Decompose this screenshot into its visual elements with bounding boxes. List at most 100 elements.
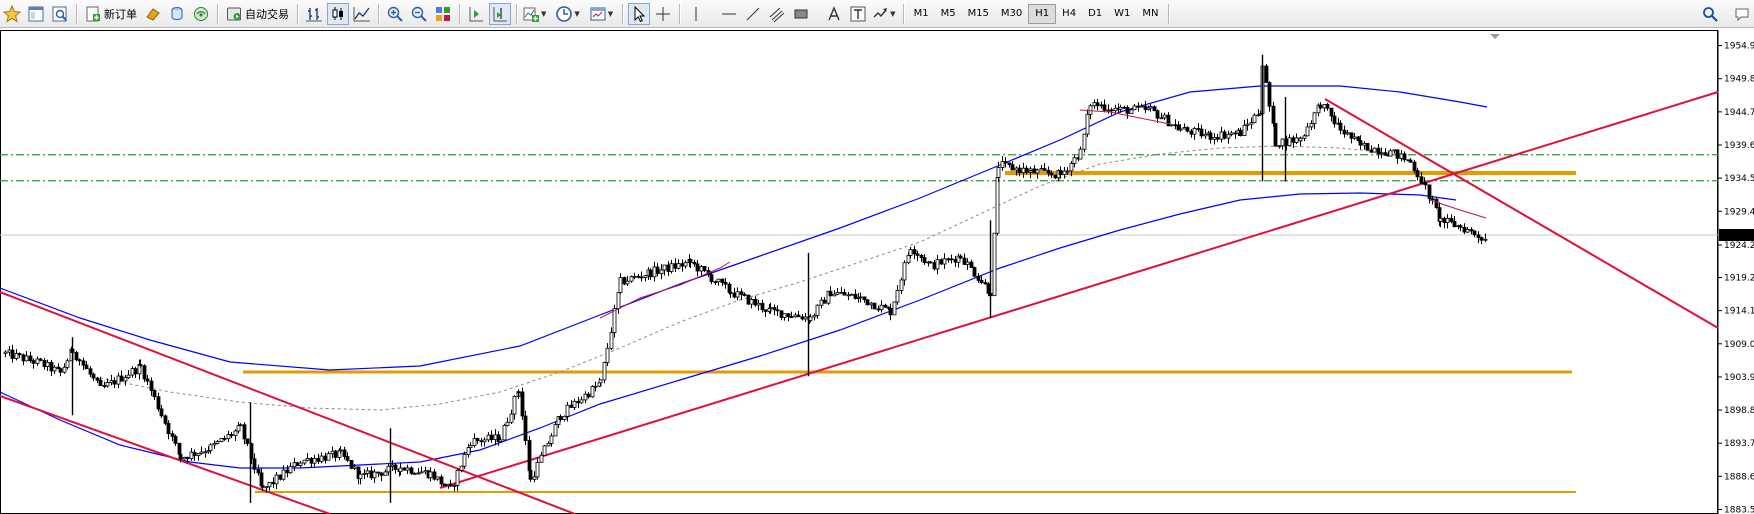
candle-body [285,469,290,474]
candlestick-chart-icon[interactable] [327,2,349,25]
timeframe-mn[interactable]: MN [1136,4,1164,24]
candle-body [95,377,100,381]
candle-body [1000,161,1005,168]
timeframe-w1[interactable]: W1 [1108,4,1136,24]
arrows-icon[interactable]: ▼ [871,3,896,25]
navigator-icon[interactable] [49,3,71,25]
terminal-icon[interactable] [190,3,212,25]
price-label: 1883.5 [1724,505,1754,514]
candle-body [178,453,183,460]
vertical-line-icon[interactable] [685,3,707,25]
price-label: 1939.6 [1724,141,1754,151]
auto-scroll-icon[interactable] [489,2,511,25]
candle-body [1264,65,1269,83]
candle-body [928,261,933,264]
candle-body [3,351,8,354]
candle-body [173,435,178,444]
candle-body [1199,128,1204,137]
candle-body [448,483,453,487]
candle-body [616,292,621,310]
bollinger-middle-band [99,145,1401,411]
candle-body [979,280,984,283]
zoom-out-icon[interactable] [408,3,430,25]
favorites-icon[interactable] [1,3,23,25]
candle-body [819,299,824,306]
candle-body [732,292,737,298]
search-icon[interactable] [1699,3,1721,25]
candle-body [565,404,570,417]
equidistant-channel-icon[interactable] [766,3,788,25]
candle-body [1415,170,1420,178]
templates-icon[interactable]: ▼ [589,3,613,25]
bollinger-upper-band [0,85,1488,371]
candle-body [479,440,484,443]
rectangle-icon[interactable] [790,3,812,25]
candle-body [7,349,12,353]
candle-body [84,364,89,370]
timeframe-d1[interactable]: D1 [1082,4,1108,24]
market-watch-icon[interactable] [142,3,164,25]
chat-icon[interactable] [1731,3,1753,25]
chart-canvas[interactable]: 1954.9 1949.8 1944.7 1939.6 1934.5 1929.4 1924… [0,30,1754,514]
chart-shift-icon[interactable] [465,3,487,25]
trendline-icon[interactable] [742,3,764,25]
periods-clock-icon[interactable]: ▼ [555,3,580,25]
candle-body [922,257,927,264]
candle-body [219,438,224,442]
tile-windows-icon[interactable] [432,3,454,25]
candle-body [812,314,817,318]
main-toolbar: 新订单 自动交易 ▼ ▼ ▼ ▼ M1 M5 M15 M30 H1 H4 D1 … [0,0,1754,28]
horizontal-line-icon[interactable] [718,3,740,25]
timeframe-m5[interactable]: M5 [935,4,962,24]
candle-body [1338,122,1343,131]
text-label-icon[interactable] [847,3,869,25]
candle-body [1143,105,1148,110]
candle-body [156,396,161,410]
candle-body [746,294,751,305]
candle-body [1125,106,1130,114]
candle-body [288,466,293,474]
price-chart[interactable]: 1954.9 1949.8 1944.7 1939.6 1934.5 1929.4 1924… [0,30,1754,514]
line-chart-icon[interactable] [351,3,373,25]
candle-body [58,368,63,373]
auto-trading-button[interactable]: 自动交易 [223,3,292,25]
candle-body [203,451,208,454]
candle-body [233,430,238,436]
candle-body [520,391,525,417]
candle-body [365,470,370,474]
candle-body [849,293,854,296]
timeframe-h1[interactable]: H1 [1028,3,1057,24]
candle-body [493,434,498,440]
candle-body [482,439,487,443]
candle-body [271,481,276,485]
text-icon[interactable] [823,3,845,25]
crosshair-icon[interactable] [652,3,674,25]
window-icon[interactable] [25,3,47,25]
candle-body [14,353,19,359]
candle-body [159,408,164,417]
indicators-icon[interactable]: ▼ [522,3,546,25]
candle-body [238,424,243,427]
bar-chart-icon[interactable] [303,3,325,25]
timeframe-m30[interactable]: M30 [995,4,1028,24]
zoom-in-icon[interactable] [384,3,406,25]
candle-body [1010,164,1015,171]
candle-body [369,470,374,479]
cursor-icon[interactable] [628,2,651,25]
candle-body [1058,169,1063,176]
candle-body [935,259,940,270]
candle-body [402,467,407,471]
candle-body [1049,172,1054,176]
candle-body [632,275,637,278]
candle-body [1472,230,1477,236]
candle-body [1462,226,1467,233]
candle-body [1028,168,1033,171]
timeframe-h4[interactable]: H4 [1056,4,1082,24]
candle-body [35,358,40,364]
timeframe-m1[interactable]: M1 [908,4,935,24]
data-window-icon[interactable] [166,3,188,25]
candle-body [586,393,591,398]
candle-body [1095,102,1100,107]
timeframe-m15[interactable]: M15 [962,4,995,24]
new-order-button[interactable]: 新订单 [82,3,140,25]
